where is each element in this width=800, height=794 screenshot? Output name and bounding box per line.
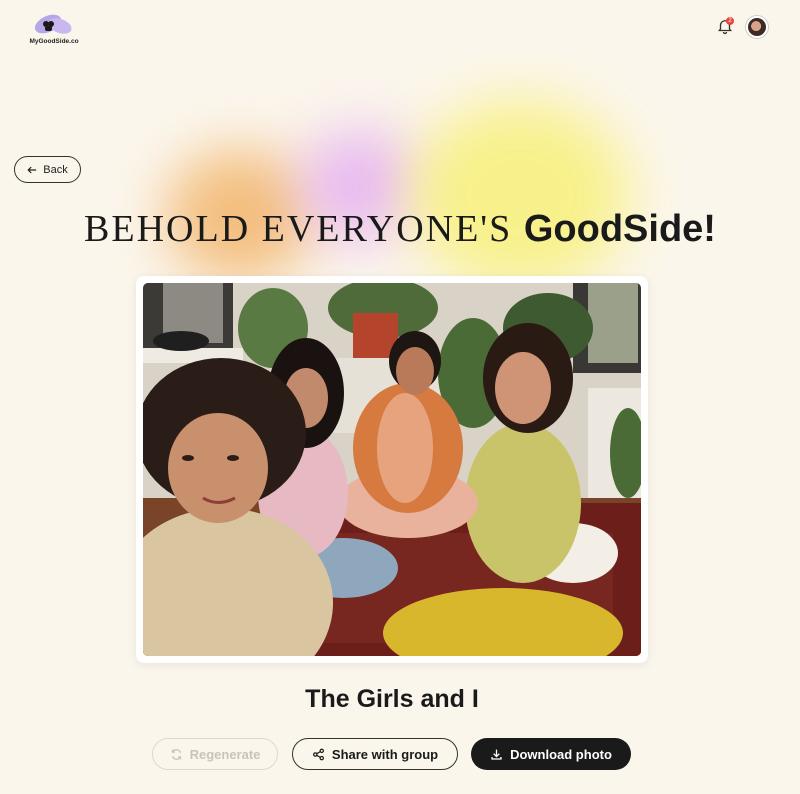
logo-text: MyGoodSide.co: [29, 38, 79, 45]
regenerate-button-label: Regenerate: [189, 746, 261, 762]
group-photo: [143, 283, 641, 656]
download-icon: [491, 749, 502, 760]
butterfly-logo-icon: [34, 14, 72, 34]
arrow-left-icon: [27, 166, 37, 173]
notification-badge: 2: [726, 17, 734, 25]
group-photo-illustration: [143, 283, 641, 656]
share-icon: [312, 748, 324, 760]
photo-caption: The Girls and I: [305, 685, 479, 713]
regenerate-button[interactable]: Regenerate: [152, 738, 278, 770]
back-button-label: Back: [43, 163, 68, 176]
share-button-label: Share with group: [331, 746, 439, 762]
headline-light-text: BEHOLD EVERYONE'S: [84, 208, 513, 250]
group-photo-card: [136, 276, 648, 663]
download-photo-button[interactable]: Download photo: [471, 738, 631, 770]
refresh-icon: [171, 748, 181, 760]
decorative-blob-yellow: [410, 100, 630, 290]
headline-bold-text: GoodSide!: [523, 208, 716, 250]
site-logo[interactable]: MyGoodSide.co: [24, 10, 84, 52]
page-headline: BEHOLD EVERYONE'S GoodSide!: [0, 207, 800, 251]
download-button-label: Download photo: [510, 746, 612, 762]
user-avatar[interactable]: [746, 16, 768, 38]
back-button[interactable]: Back: [14, 156, 81, 183]
share-with-group-button[interactable]: Share with group: [292, 738, 458, 770]
